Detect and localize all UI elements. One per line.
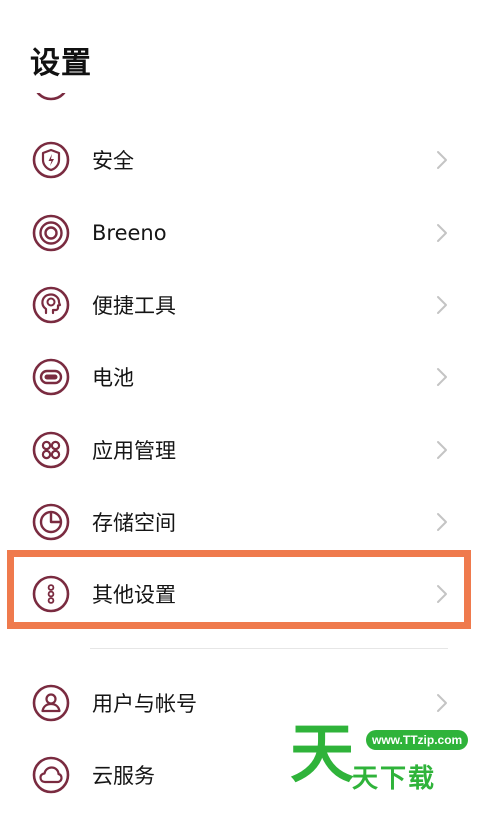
settings-item-label: 用户与帐号 (92, 692, 197, 716)
settings-item-label: 存储空间 (92, 511, 176, 535)
chevron-right-icon (434, 222, 450, 244)
security-shield-icon (32, 141, 70, 179)
chevron-right-icon (434, 511, 450, 533)
chevron-right-icon (434, 439, 450, 461)
settings-item-app-management[interactable]: 应用管理 (0, 414, 484, 486)
settings-item-security[interactable]: 安全 (0, 124, 484, 196)
page-title-overlay: 设置 (30, 46, 92, 81)
settings-item-label: Breeno (92, 221, 167, 245)
cloud-service-icon (32, 756, 70, 794)
breeno-icon (32, 214, 70, 252)
battery-icon (32, 358, 70, 396)
convenience-tools-icon (32, 286, 70, 324)
user-account-icon (32, 684, 70, 722)
highlight-box (7, 550, 471, 629)
settings-item-battery[interactable]: 电池 (0, 341, 484, 413)
settings-item-label: 便捷工具 (92, 294, 176, 318)
chevron-right-icon (434, 366, 450, 388)
watermark-name: 天下载 (352, 764, 437, 794)
settings-item-storage[interactable]: 存储空间 (0, 486, 484, 558)
chevron-right-icon (434, 149, 450, 171)
settings-item-label: 电池 (92, 366, 134, 390)
settings-item-breeno[interactable]: Breeno (0, 197, 484, 269)
settings-page: 设置 设置 安全 Breeno (0, 0, 484, 813)
chevron-right-icon (434, 294, 450, 316)
watermark-url: www.TTzip.com (366, 730, 469, 750)
watermark-logo: 天 www.TTzip.com 天下载 (290, 722, 470, 802)
storage-icon (32, 503, 70, 541)
settings-item-label: 安全 (92, 149, 134, 173)
settings-item-convenience-tools[interactable]: 便捷工具 (0, 269, 484, 341)
watermark-big-char: 天 (290, 718, 354, 792)
chevron-right-icon (434, 692, 450, 714)
settings-item-label: 云服务 (92, 764, 155, 788)
section-divider (90, 648, 448, 649)
app-management-icon (32, 431, 70, 469)
settings-item-label: 应用管理 (92, 439, 176, 463)
